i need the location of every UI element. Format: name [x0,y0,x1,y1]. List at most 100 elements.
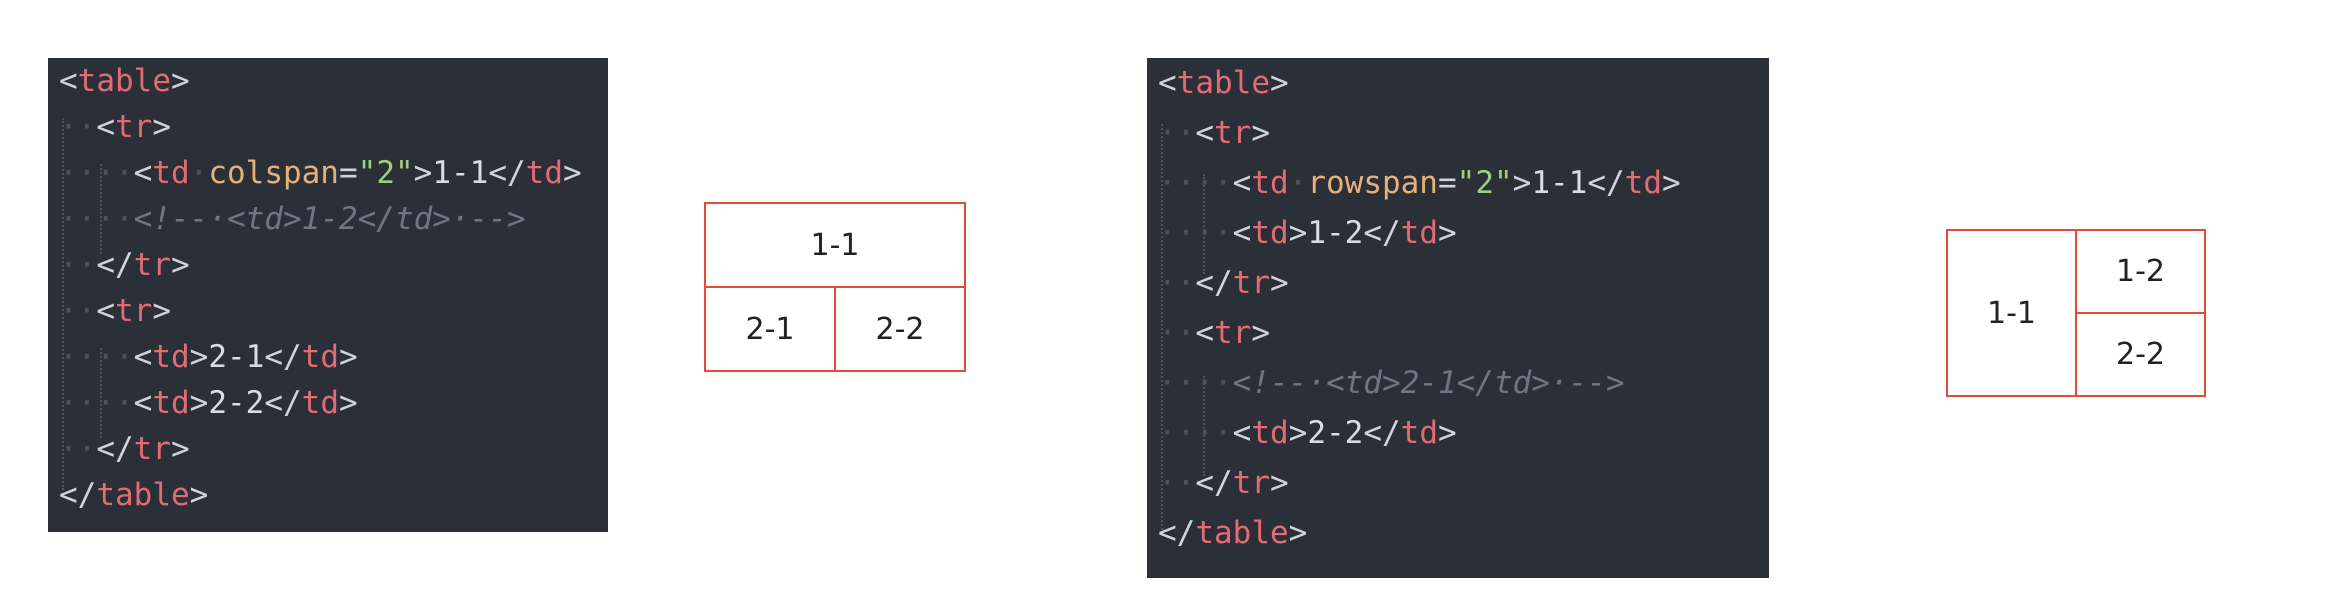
code-punctuation: > [171,63,190,99]
table-cell: 1-1 [704,202,966,288]
code-tag: tr [1214,115,1252,151]
code-punctuation: > [152,109,171,145]
code-punctuation: </ [1363,415,1401,451]
code-line: ··</tr> [59,242,190,288]
code-line: ····<td>2-1</td> [59,334,358,380]
code-indent: ·· [1158,315,1196,351]
code-punctuation: < [133,385,153,421]
code-tag: td [152,155,190,191]
code-punctuation: </ [1363,215,1401,251]
code-text: 2-1 [208,339,265,375]
code-tag: td [1251,165,1289,201]
code-punctuation: > [1269,265,1289,301]
code-punctuation: </ [264,385,302,421]
code-punctuation: > [189,339,209,375]
code-punctuation: > [338,339,358,375]
code-line: ····<td>1-2</td> [1158,208,1457,258]
code-punctuation: < [1232,215,1252,251]
code-line: ··<tr> [1158,308,1270,358]
code-punctuation: < [59,63,78,99]
code-indent: ···· [59,155,134,191]
code-tag: td [301,385,339,421]
code-punctuation: > [1251,115,1270,151]
code-line: ····<td>2-2</td> [1158,408,1457,458]
code-indent: ···· [59,201,134,237]
code-line: </table> [1158,508,1307,558]
code-tag: tr [115,109,153,145]
code-text: 1-1 [1531,165,1588,201]
code-tag: table [1176,65,1270,101]
code-punctuation: </ [488,155,526,191]
code-tag: td [1400,415,1438,451]
table-cell: 2-2 [2075,312,2206,397]
code-punctuation: > [1288,415,1308,451]
table-cell: 2-2 [834,286,966,372]
code-line: ··</tr> [1158,258,1289,308]
code-indent: ···· [1158,215,1233,251]
code-tag: td [152,385,190,421]
code-punctuation: < [133,155,153,191]
code-tag: tr [1232,265,1270,301]
code-tag: tr [1214,315,1252,351]
code-punctuation: < [96,293,115,329]
code-punctuation: </ [1195,465,1233,501]
code-tag: tr [115,293,153,329]
code-indent: ···· [59,339,134,375]
code-punctuation: > [1251,315,1270,351]
code-punctuation: </ [1195,265,1233,301]
code-punctuation: </ [1587,165,1625,201]
code-punctuation: </ [59,477,97,513]
code-attribute: colspan [208,155,339,191]
code-punctuation: > [338,385,358,421]
code-text: 2-2 [208,385,265,421]
code-punctuation: > [1437,415,1457,451]
code-panel-rowspan: <table> ··<tr> ····<td·rowspan="2">1-1</… [1147,58,1769,578]
code-tag: td [1251,415,1289,451]
code-tag: td [1624,165,1662,201]
code-line: <table> [59,58,190,104]
code-punctuation: > [189,385,209,421]
code-punctuation: > [1270,65,1289,101]
table-row: 2-1 2-2 [704,286,966,372]
rowspan-demo-table: 1-1 1-2 2-2 [1946,229,2206,397]
code-punctuation: > [1661,165,1681,201]
code-indent: ·· [1158,465,1196,501]
code-line: ··<tr> [59,288,171,334]
code-tag: td [525,155,563,191]
code-punctuation: < [96,109,115,145]
code-text: 1-2 [1307,215,1364,251]
code-indent: ·· [59,431,97,467]
code-punctuation: < [1195,315,1214,351]
code-line: ····<!--·<td>1-2</td>·--> [59,196,526,242]
code-comment: <!--·<td>2-1</td>·--> [1232,365,1625,401]
code-line: </table> [59,472,208,518]
code-punctuation: > [170,431,190,467]
code-line: ····<td·rowspan="2">1-1</td> [1158,158,1681,208]
code-indent: ·· [59,293,97,329]
code-punctuation: > [413,155,433,191]
code-line: ····<td·colspan="2">1-1</td> [59,150,582,196]
table-row: 1-1 1-2 [1946,229,2206,397]
code-indent: ·· [1158,115,1196,151]
code-punctuation: </ [264,339,302,375]
code-tag: tr [1232,465,1270,501]
code-line: ··</tr> [1158,458,1289,508]
code-punctuation: > [1269,465,1289,501]
code-text: 2-2 [1307,415,1364,451]
code-tag: table [77,63,171,99]
table-row: 1-1 [704,202,966,288]
colspan-demo-table: 1-1 2-1 2-2 [704,202,966,372]
code-tag: table [1195,515,1289,551]
code-indent: ···· [1158,415,1233,451]
code-punctuation: > [170,247,190,283]
code-punctuation: < [1158,65,1177,101]
code-tag: tr [133,247,171,283]
code-punctuation: > [1512,165,1532,201]
code-punctuation: > [152,293,171,329]
code-whitespace: · [189,155,209,191]
code-string: "2" [357,155,414,191]
code-tag: td [301,339,339,375]
code-indent: ···· [1158,365,1233,401]
code-line: ····<!--·<td>2-1</td>·--> [1158,358,1625,408]
code-punctuation: > [1288,515,1308,551]
